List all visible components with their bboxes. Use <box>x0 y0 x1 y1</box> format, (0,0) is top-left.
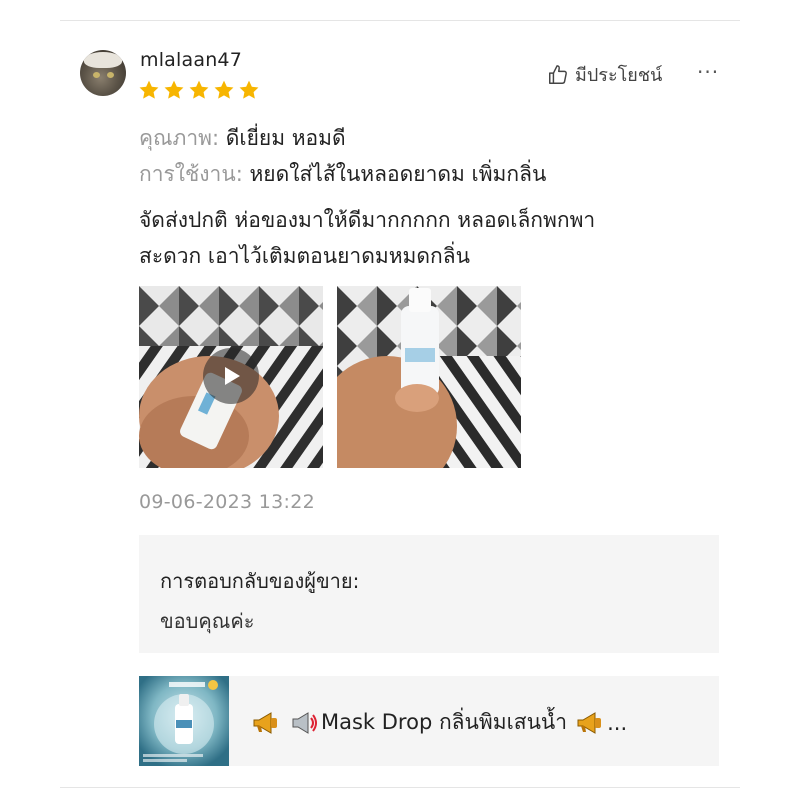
star-rating <box>138 79 260 101</box>
product-name-ellipsis: ... <box>607 710 628 735</box>
megaphone-icon <box>577 711 602 734</box>
helpful-label: มีประโยชน์ <box>575 65 663 86</box>
review-body-line-2: สะดวก เอาไว้เติมตอนยาดมหมดกลิ่น <box>139 244 470 268</box>
play-button[interactable] <box>203 348 259 404</box>
avatar-hat <box>84 52 122 68</box>
usage-label: การใช้งาน: <box>139 162 243 186</box>
product-name: Mask Drop กลิ่นพิมเสนน้ำ <box>321 710 568 734</box>
loudspeaker-icon <box>292 711 317 734</box>
megaphone-icon <box>253 711 277 734</box>
review-timestamp: 09-06-2023 13:22 <box>139 491 316 513</box>
star-icon <box>239 80 259 99</box>
review-video-thumbnail[interactable] <box>139 286 323 468</box>
star-icon <box>164 80 184 99</box>
product-thumbnail[interactable] <box>139 676 229 766</box>
avatar-eye-right <box>107 72 114 78</box>
review-photo-thumbnail[interactable] <box>337 286 521 468</box>
username[interactable]: mlalaan47 <box>140 49 242 71</box>
quality-line: คุณภาพ: ดีเยี่ยม หอมดี <box>139 122 346 155</box>
thumbs-up-icon <box>549 64 567 84</box>
star-icon <box>139 80 159 99</box>
usage-value: หยดใส่ไส้ในหลอดยาดม เพิ่มกลิ่น <box>242 162 547 186</box>
helpful-button[interactable]: มีประโยชน์ <box>547 60 662 89</box>
usage-line: การใช้งาน: หยดใส่ไส้ในหลอดยาดม เพิ่มกลิ่… <box>139 158 546 191</box>
product-name-row[interactable]: Mask Drop กลิ่นพิมเสนน้ำ ... <box>251 706 627 739</box>
review-body-line-1: จัดส่งปกติ ห่อของมาให้ดีมากกกกก หลอดเล็ก… <box>139 208 596 232</box>
product-link[interactable]: Mask Drop กลิ่นพิมเสนน้ำ ... <box>139 676 719 766</box>
play-icon <box>225 367 240 385</box>
top-divider <box>60 20 740 21</box>
seller-reply-text: ขอบคุณค่ะ <box>160 609 255 633</box>
avatar[interactable] <box>80 50 126 96</box>
seller-reply: การตอบกลับของผู้ขาย: ขอบคุณค่ะ <box>139 535 719 653</box>
star-icon <box>189 80 209 99</box>
quality-label: คุณภาพ: <box>139 126 220 150</box>
seller-reply-title: การตอบกลับของผู้ขาย: <box>160 569 360 593</box>
more-icon[interactable]: ··· <box>697 60 719 84</box>
star-icon <box>214 80 234 99</box>
bottom-divider <box>60 787 740 788</box>
avatar-eye-left <box>93 72 100 78</box>
quality-value: ดีเยี่ยม หอมดี <box>219 126 346 150</box>
